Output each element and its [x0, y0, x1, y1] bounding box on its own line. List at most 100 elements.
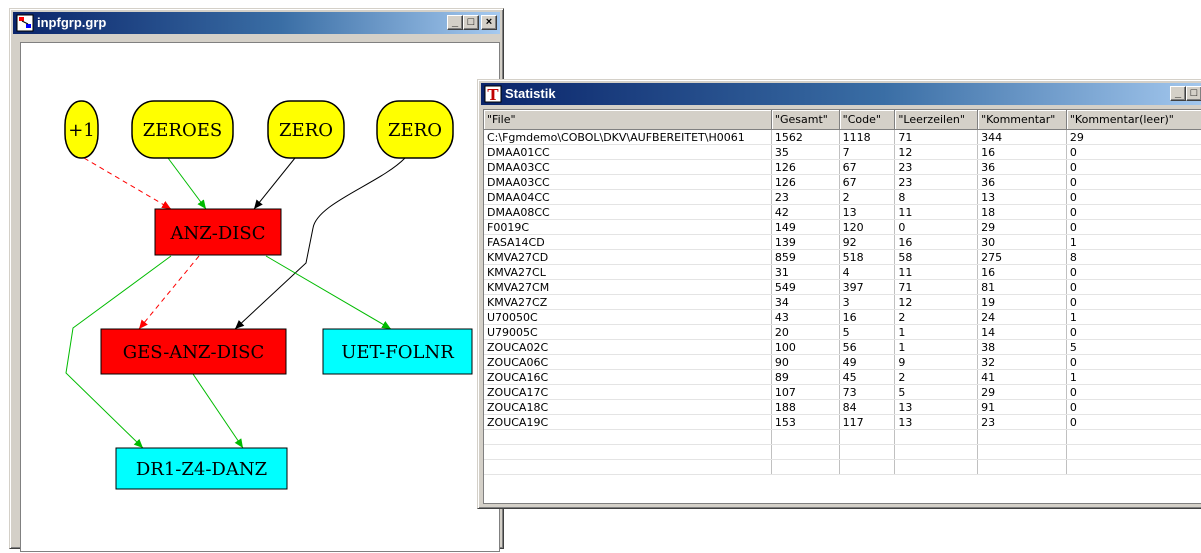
table-row[interactable]: ZOUCA19C 153 117 13 23 0 — [484, 414, 1201, 430]
table-cell[interactable]: 2 — [839, 189, 896, 205]
table-cell[interactable]: 0 — [1066, 414, 1201, 430]
table-cell[interactable] — [839, 444, 896, 460]
table-cell[interactable] — [484, 459, 772, 475]
table-cell[interactable] — [839, 429, 896, 445]
minimize-button[interactable]: _ — [447, 15, 463, 30]
table-cell[interactable]: 58 — [894, 249, 979, 265]
table-cell[interactable]: 36 — [977, 159, 1067, 175]
table-row[interactable]: DMAA03CC 126 67 23 36 0 — [484, 159, 1201, 175]
table-row[interactable]: DMAA01CC 35 7 12 16 0 — [484, 144, 1201, 160]
table-cell[interactable]: 0 — [1066, 144, 1201, 160]
table-cell[interactable]: 29 — [977, 219, 1067, 235]
graph-node-ges-anz-disc[interactable]: GES-ANZ-DISC — [100, 328, 287, 375]
table-cell[interactable]: 35 — [771, 144, 840, 160]
graph-node-dr1-z4-danz[interactable]: DR1-Z4-DANZ — [115, 447, 288, 490]
table-cell[interactable] — [484, 444, 772, 460]
table-cell[interactable] — [894, 459, 979, 475]
table-cell[interactable]: 2 — [894, 309, 979, 325]
table-cell[interactable]: 71 — [894, 279, 979, 295]
table-cell[interactable]: 19 — [977, 294, 1067, 310]
table-cell[interactable]: 549 — [771, 279, 840, 295]
column-header-code[interactable]: "Code" — [839, 110, 896, 130]
table-cell[interactable]: 0 — [1066, 219, 1201, 235]
table-cell[interactable]: 49 — [839, 354, 896, 370]
table-cell[interactable]: 13 — [977, 189, 1067, 205]
column-header-gesamt[interactable]: "Gesamt" — [771, 110, 840, 130]
table-cell[interactable]: KMVA27CM — [484, 279, 772, 295]
table-cell[interactable]: ZOUCA02C — [484, 339, 772, 355]
table-cell[interactable]: 23 — [894, 174, 979, 190]
column-header-file[interactable]: "File" — [484, 110, 772, 130]
table-cell[interactable]: 12 — [894, 294, 979, 310]
column-header-kommentar-leer[interactable]: "Kommentar(leer)" — [1066, 110, 1201, 130]
table-row[interactable]: KMVA27CM 549 397 71 81 0 — [484, 279, 1201, 295]
minimize-button[interactable]: _ — [1170, 86, 1186, 101]
table-cell[interactable]: 0 — [1066, 264, 1201, 280]
table-cell[interactable]: 0 — [1066, 399, 1201, 415]
table-cell[interactable] — [977, 459, 1067, 475]
table-cell[interactable] — [771, 444, 840, 460]
table-cell[interactable]: 71 — [894, 129, 979, 145]
table-cell[interactable] — [1066, 444, 1201, 460]
table-cell[interactable] — [894, 444, 979, 460]
table-cell[interactable]: 11 — [894, 204, 979, 220]
table-cell[interactable]: 91 — [977, 399, 1067, 415]
table-cell[interactable] — [1066, 429, 1201, 445]
table-cell[interactable]: DMAA04CC — [484, 189, 772, 205]
table-cell[interactable]: 67 — [839, 159, 896, 175]
table-cell[interactable] — [894, 429, 979, 445]
graph-node-uet-folnr[interactable]: UET-FOLNR — [322, 328, 473, 375]
maximize-button[interactable]: □ — [1186, 86, 1201, 101]
graph-node-zero-2[interactable]: ZERO — [376, 100, 454, 159]
table-cell[interactable]: 13 — [894, 414, 979, 430]
graph-node-plus1[interactable]: +1 — [64, 100, 99, 159]
table-cell[interactable]: 275 — [977, 249, 1067, 265]
table-row[interactable]: DMAA08CC 42 13 11 18 0 — [484, 204, 1201, 220]
table-cell[interactable]: 1562 — [771, 129, 840, 145]
table-cell[interactable]: 117 — [839, 414, 896, 430]
graph-node-anz-disc[interactable]: ANZ-DISC — [154, 208, 282, 256]
table-cell[interactable]: 0 — [1066, 174, 1201, 190]
table-cell[interactable]: 56 — [839, 339, 896, 355]
table-cell[interactable]: 0 — [1066, 354, 1201, 370]
table-row[interactable]: FASA14CD 139 92 16 30 1 — [484, 234, 1201, 250]
table-cell[interactable]: 73 — [839, 384, 896, 400]
table-row[interactable]: U70050C 43 16 2 24 1 — [484, 309, 1201, 325]
table-cell[interactable]: 30 — [977, 234, 1067, 250]
table-cell[interactable]: 139 — [771, 234, 840, 250]
graph-node-zero-1[interactable]: ZERO — [267, 100, 345, 159]
statistik-window-titlebar[interactable]: T Statistik _ □ × — [481, 83, 1201, 105]
table-cell[interactable]: 29 — [977, 384, 1067, 400]
table-cell[interactable]: 32 — [977, 354, 1067, 370]
graph-node-zeroes[interactable]: ZEROES — [131, 100, 234, 159]
table-cell[interactable]: 12 — [894, 144, 979, 160]
graph-canvas[interactable]: +1 ZEROES ZERO ZERO ANZ-DISC GES-ANZ-DIS… — [20, 42, 500, 552]
table-cell[interactable]: FASA14CD — [484, 234, 772, 250]
table-cell[interactable]: 0 — [1066, 189, 1201, 205]
table-cell[interactable]: F0019C — [484, 219, 772, 235]
table-cell[interactable] — [839, 459, 896, 475]
table-row-empty[interactable] — [484, 459, 1201, 475]
table-cell[interactable]: 23 — [977, 414, 1067, 430]
table-cell[interactable]: DMAA01CC — [484, 144, 772, 160]
table-row[interactable]: ZOUCA18C 188 84 13 91 0 — [484, 399, 1201, 415]
table-cell[interactable]: 0 — [1066, 324, 1201, 340]
table-cell[interactable]: 120 — [839, 219, 896, 235]
table-cell[interactable]: 29 — [1066, 129, 1201, 145]
table-cell[interactable]: U70050C — [484, 309, 772, 325]
table-cell[interactable]: 43 — [771, 309, 840, 325]
table-cell[interactable]: 0 — [1066, 279, 1201, 295]
table-cell[interactable]: 84 — [839, 399, 896, 415]
table-row[interactable]: DMAA03CC 126 67 23 36 0 — [484, 174, 1201, 190]
table-row[interactable]: KMVA27CD 859 518 58 275 8 — [484, 249, 1201, 265]
table-cell[interactable]: KMVA27CD — [484, 249, 772, 265]
table-cell[interactable]: DMAA08CC — [484, 204, 772, 220]
table-cell[interactable]: 18 — [977, 204, 1067, 220]
table-cell[interactable]: 107 — [771, 384, 840, 400]
table-cell[interactable]: 41 — [977, 369, 1067, 385]
table-cell[interactable]: 518 — [839, 249, 896, 265]
table-row[interactable]: U79005C 20 5 1 14 0 — [484, 324, 1201, 340]
table-row-empty[interactable] — [484, 444, 1201, 460]
table-cell[interactable]: 8 — [894, 189, 979, 205]
table-cell[interactable]: 397 — [839, 279, 896, 295]
